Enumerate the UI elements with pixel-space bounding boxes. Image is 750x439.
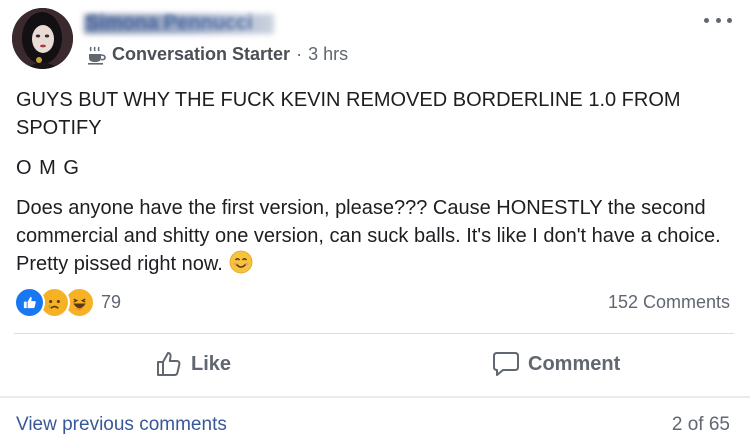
- more-dot-icon: [727, 17, 732, 23]
- view-previous-comments-link[interactable]: View previous comments: [16, 414, 227, 436]
- comment-button-label: Comment: [528, 352, 621, 375]
- smiling-face-icon: [229, 250, 253, 282]
- comment-button[interactable]: Comment: [492, 350, 620, 378]
- comment-page-count: 2 of 65: [671, 414, 730, 435]
- post-line-3-text: Does anyone have the first version, plea…: [16, 197, 721, 275]
- coffee-cup-icon: [88, 46, 106, 65]
- avatar-image: [12, 8, 73, 69]
- timestamp[interactable]: 3 hrs: [308, 44, 348, 65]
- comments-count-link[interactable]: 152 Comments: [608, 292, 730, 313]
- reactions-summary[interactable]: 79: [14, 287, 121, 318]
- action-bar: Like Comment: [0, 334, 750, 396]
- like-button[interactable]: Like: [155, 350, 231, 378]
- meta-separator: ·: [296, 44, 303, 64]
- badge-label[interactable]: Conversation Starter: [112, 44, 290, 65]
- post-line-1: GUYS BUT WHY THE FUCK KEVIN REMOVED BORD…: [16, 89, 681, 139]
- comment-bubble-icon: [493, 352, 519, 376]
- author-name[interactable]: Simona Pennucci: [86, 12, 253, 36]
- avatar[interactable]: [12, 8, 73, 69]
- post-body: GUYS BUT WHY THE FUCK KEVIN REMOVED BORD…: [16, 86, 731, 294]
- like-button-label: Like: [191, 352, 232, 375]
- more-dot-icon: [715, 17, 721, 23]
- divider: [0, 396, 750, 398]
- thumbs-up-icon: [157, 352, 181, 376]
- reaction-count: 79: [101, 292, 122, 312]
- more-options-button[interactable]: [704, 12, 732, 28]
- post-meta: Conversation Starter · 3 hrs: [86, 44, 348, 65]
- facebook-post: Simona Pennucci Conversation Starter · 3…: [0, 0, 750, 439]
- post-line-3: Does anyone have the first version, plea…: [16, 194, 731, 282]
- post-line-2: O M G: [16, 157, 80, 179]
- like-reaction-icon: [14, 287, 45, 318]
- more-dot-icon: [704, 17, 709, 23]
